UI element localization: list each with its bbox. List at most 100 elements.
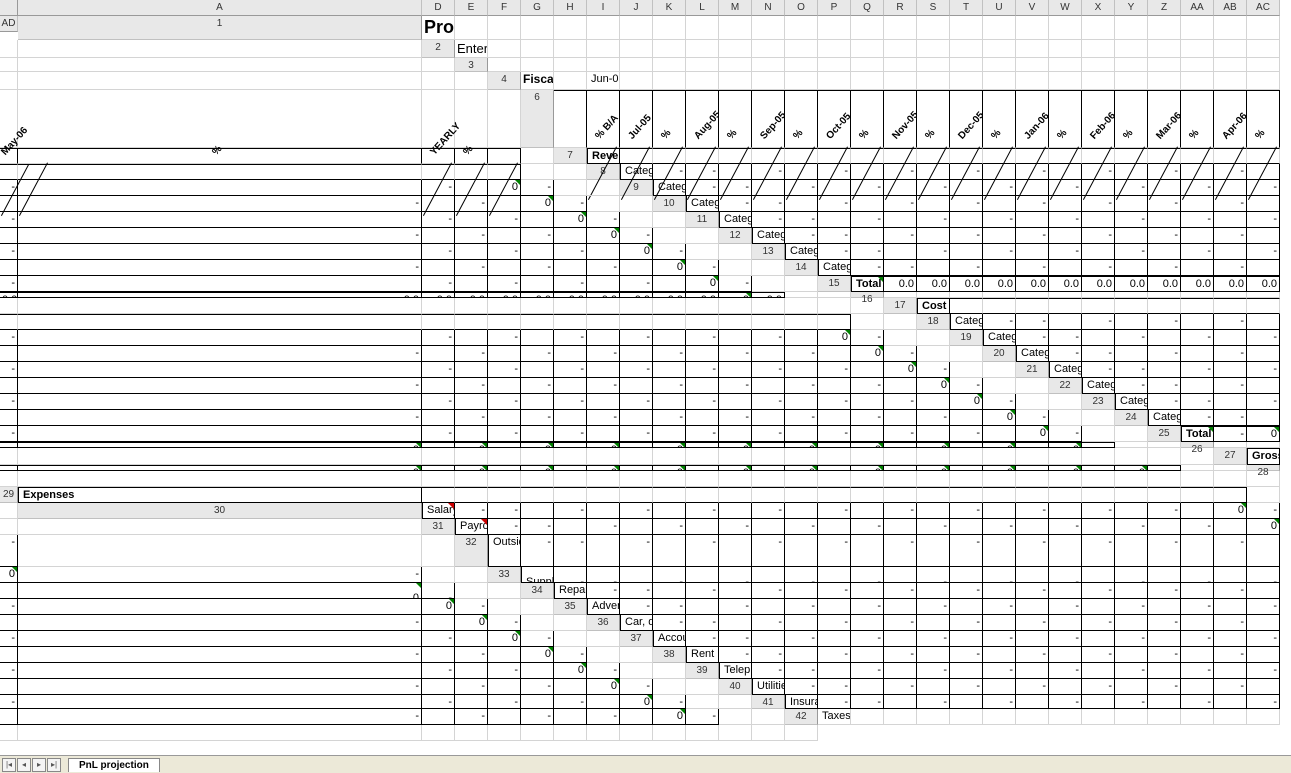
tab-first-icon[interactable]: |◂: [2, 758, 16, 772]
row-header[interactable]: 33: [488, 567, 521, 583]
company-name[interactable]: Enter your Company Name here: [455, 40, 488, 58]
col-header[interactable]: D: [422, 0, 455, 16]
row-label[interactable]: Outside services: [488, 535, 521, 567]
col-header[interactable]: J: [620, 0, 653, 16]
row-label[interactable]: Category 3: [686, 196, 719, 212]
row-label[interactable]: Category 5: [752, 228, 785, 244]
row-label[interactable]: Category 1: [950, 314, 983, 330]
row-label[interactable]: Category 6: [785, 244, 818, 260]
row-header[interactable]: 19: [950, 330, 983, 346]
col-header[interactable]: S: [917, 0, 950, 16]
row-header[interactable]: 29: [0, 487, 18, 503]
row-header[interactable]: 11: [686, 212, 719, 228]
col-header[interactable]: N: [752, 0, 785, 16]
col-header[interactable]: U: [983, 0, 1016, 16]
tab-last-icon[interactable]: ▸|: [47, 758, 61, 772]
row-label[interactable]: Category 4: [719, 212, 752, 228]
row-header[interactable]: 4: [488, 72, 521, 90]
row-header[interactable]: 38: [653, 647, 686, 663]
row-header[interactable]: 23: [1082, 394, 1115, 410]
spreadsheet-grid[interactable]: ADEFGHIJKLMNOPQRSTUVWXYZAAABACAD1Profit …: [0, 0, 1291, 741]
row-label[interactable]: Category 4: [1049, 362, 1082, 378]
row-header[interactable]: 6: [521, 90, 554, 148]
row-header[interactable]: 25: [1148, 426, 1181, 442]
row-label[interactable]: Category 6: [1115, 394, 1148, 410]
col-header[interactable]: R: [884, 0, 917, 16]
row-label[interactable]: Category 2: [983, 330, 1016, 346]
row-label[interactable]: Utilities: [752, 679, 785, 695]
row-header[interactable]: 35: [554, 599, 587, 615]
sheet-tab[interactable]: PnL projection: [68, 758, 160, 772]
row-header[interactable]: 41: [752, 695, 785, 709]
row-header[interactable]: 3: [455, 58, 488, 72]
col-header[interactable]: AC: [1247, 0, 1280, 16]
row-header[interactable]: 14: [785, 260, 818, 276]
row-header[interactable]: 18: [917, 314, 950, 330]
col-header[interactable]: L: [686, 0, 719, 16]
row-header[interactable]: 42: [785, 709, 818, 725]
col-header[interactable]: E: [455, 0, 488, 16]
tab-next-icon[interactable]: ▸: [32, 758, 46, 772]
col-header[interactable]: I: [587, 0, 620, 16]
col-header[interactable]: X: [1082, 0, 1115, 16]
row-header[interactable]: 21: [1016, 362, 1049, 378]
col-header[interactable]: AB: [1214, 0, 1247, 16]
row-header[interactable]: 39: [686, 663, 719, 679]
row-label[interactable]: Accounting and legal: [653, 631, 686, 647]
col-header[interactable]: V: [1016, 0, 1049, 16]
row-label[interactable]: Category 2: [653, 180, 686, 196]
col-header[interactable]: K: [653, 0, 686, 16]
row-header[interactable]: 27: [1214, 448, 1247, 465]
row-label[interactable]: Telephone: [719, 663, 752, 679]
row-label[interactable]: Taxes (real estate, etc.): [818, 709, 851, 725]
row-header[interactable]: 30: [18, 503, 422, 519]
row-header[interactable]: 24: [1115, 410, 1148, 426]
row-header[interactable]: 2: [422, 40, 455, 58]
row-header[interactable]: 31: [422, 519, 455, 535]
row-label[interactable]: Payroll expenses: [455, 519, 488, 535]
row-header[interactable]: 13: [752, 244, 785, 260]
row-header[interactable]: 7: [554, 148, 587, 164]
select-all-corner[interactable]: [0, 0, 18, 16]
row-header[interactable]: 15: [818, 276, 851, 292]
col-header[interactable]: A: [18, 0, 422, 16]
row-header[interactable]: 36: [587, 615, 620, 631]
col-header[interactable]: AA: [1181, 0, 1214, 16]
row-label[interactable]: Category 3: [1016, 346, 1049, 362]
col-header[interactable]: Q: [851, 0, 884, 16]
row-label[interactable]: Repairs and maintenance: [554, 583, 587, 599]
row-header[interactable]: 17: [884, 298, 917, 314]
row-header[interactable]: 12: [719, 228, 752, 244]
row-label[interactable]: Salary expenses: [422, 503, 455, 519]
col-header[interactable]: M: [719, 0, 752, 16]
col-header[interactable]: P: [818, 0, 851, 16]
row-label[interactable]: Category 5: [1082, 378, 1115, 394]
col-header[interactable]: Z: [1148, 0, 1181, 16]
fiscal-year-value[interactable]: Jun-05: [587, 72, 620, 90]
row-header[interactable]: 10: [653, 196, 686, 212]
tab-prev-icon[interactable]: ◂: [17, 758, 31, 772]
col-header[interactable]: O: [785, 0, 818, 16]
row-label[interactable]: Category 7: [1148, 410, 1181, 426]
row-header[interactable]: 34: [521, 583, 554, 599]
row-header[interactable]: 40: [719, 679, 752, 695]
row-label[interactable]: Car, delivery and travel: [620, 615, 653, 631]
row-header[interactable]: 1: [18, 16, 422, 40]
row-header[interactable]: 22: [1049, 378, 1082, 394]
row-label[interactable]: Category 1: [620, 164, 653, 180]
row-label[interactable]: Category 7: [818, 260, 851, 276]
row-header[interactable]: 20: [983, 346, 1016, 362]
row-header[interactable]: 32: [455, 535, 488, 567]
row-label[interactable]: Rent: [686, 647, 719, 663]
row-header[interactable]: 37: [620, 631, 653, 647]
col-header[interactable]: AD: [0, 16, 18, 32]
row-label[interactable]: Supplies (office and operating): [521, 567, 554, 583]
row-label[interactable]: Advertising: [587, 599, 620, 615]
col-header[interactable]: W: [1049, 0, 1082, 16]
col-header[interactable]: T: [950, 0, 983, 16]
col-header[interactable]: F: [488, 0, 521, 16]
col-header[interactable]: H: [554, 0, 587, 16]
col-header[interactable]: G: [521, 0, 554, 16]
row-label[interactable]: Insurance: [785, 695, 818, 709]
col-header[interactable]: Y: [1115, 0, 1148, 16]
